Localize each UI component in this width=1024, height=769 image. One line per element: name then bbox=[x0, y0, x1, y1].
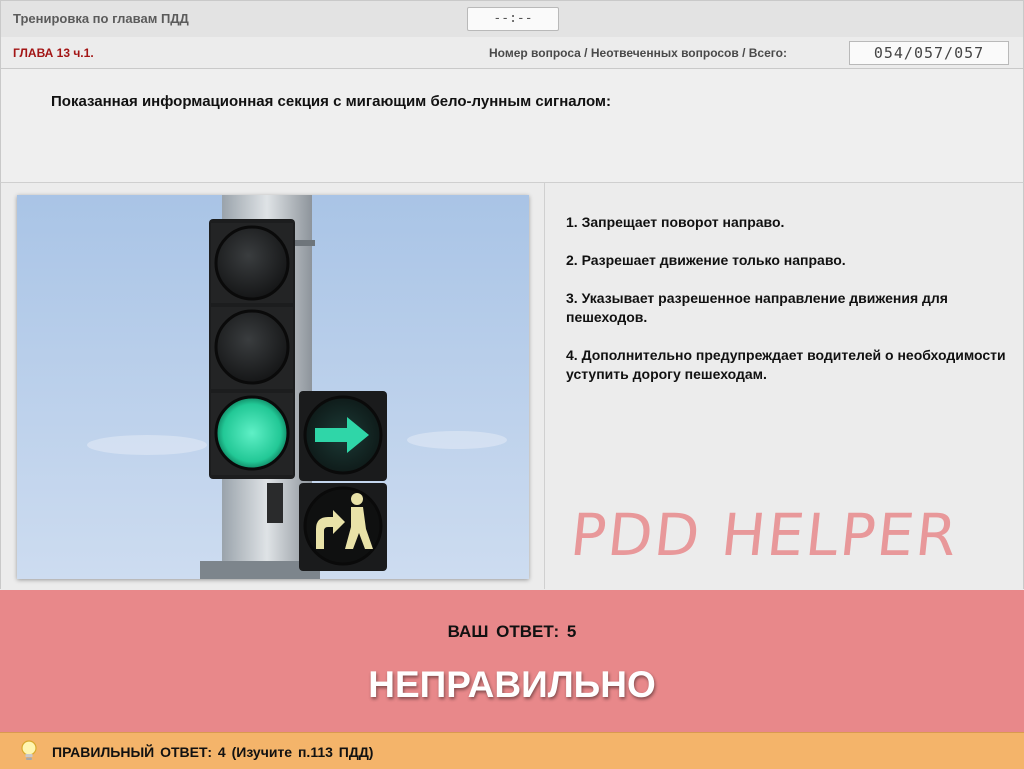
panel-divider bbox=[544, 183, 545, 589]
app-title: Тренировка по главам ПДД bbox=[13, 11, 189, 26]
question-body: 1. Запрещает поворот направо. 2. Разреша… bbox=[0, 183, 1024, 589]
correct-answer-bar: ПРАВИЛЬНЫЙ ОТВЕТ: 4 (Изучите п.113 ПДД) bbox=[0, 732, 1024, 769]
question-image bbox=[17, 195, 529, 579]
question-text: Показанная информационная секция с мигаю… bbox=[51, 93, 612, 110]
traffic-light-image bbox=[17, 195, 529, 579]
question-counter: 054/057/057 bbox=[849, 41, 1009, 65]
chapter-label: ГЛАВА 13 ч.1. bbox=[13, 46, 94, 60]
question-area: Показанная информационная секция с мигаю… bbox=[0, 69, 1024, 183]
answer-option-3[interactable]: 3. Указывает разрешенное направление дви… bbox=[566, 289, 1006, 327]
watermark: PDD HELPER bbox=[567, 501, 962, 569]
answer-option-2[interactable]: 2. Разрешает движение только направо. bbox=[566, 251, 1006, 270]
answer-option-4[interactable]: 4. Дополнительно предупреждает водителей… bbox=[566, 346, 1006, 384]
timer-display: --:-- bbox=[467, 7, 559, 31]
lightbulb-icon bbox=[21, 740, 37, 760]
your-answer: ВАШ ОТВЕТ: 5 bbox=[447, 622, 577, 641]
question-counter-label: Номер вопроса / Неотвеченных вопросов / … bbox=[489, 46, 787, 60]
answer-option-1[interactable]: 1. Запрещает поворот направо. bbox=[566, 213, 1006, 232]
correct-answer: ПРАВИЛЬНЫЙ ОТВЕТ: 4 (Изучите п.113 ПДД) bbox=[52, 744, 374, 760]
answer-list: 1. Запрещает поворот направо. 2. Разреша… bbox=[566, 213, 1006, 403]
info-bar: ГЛАВА 13 ч.1. Номер вопроса / Неотвеченн… bbox=[0, 37, 1024, 69]
title-bar: Тренировка по главам ПДД --:-- bbox=[0, 0, 1024, 38]
result-panel: ВАШ ОТВЕТ: 5 НЕПРАВИЛЬНО bbox=[0, 590, 1024, 732]
verdict: НЕПРАВИЛЬНО bbox=[368, 664, 656, 705]
